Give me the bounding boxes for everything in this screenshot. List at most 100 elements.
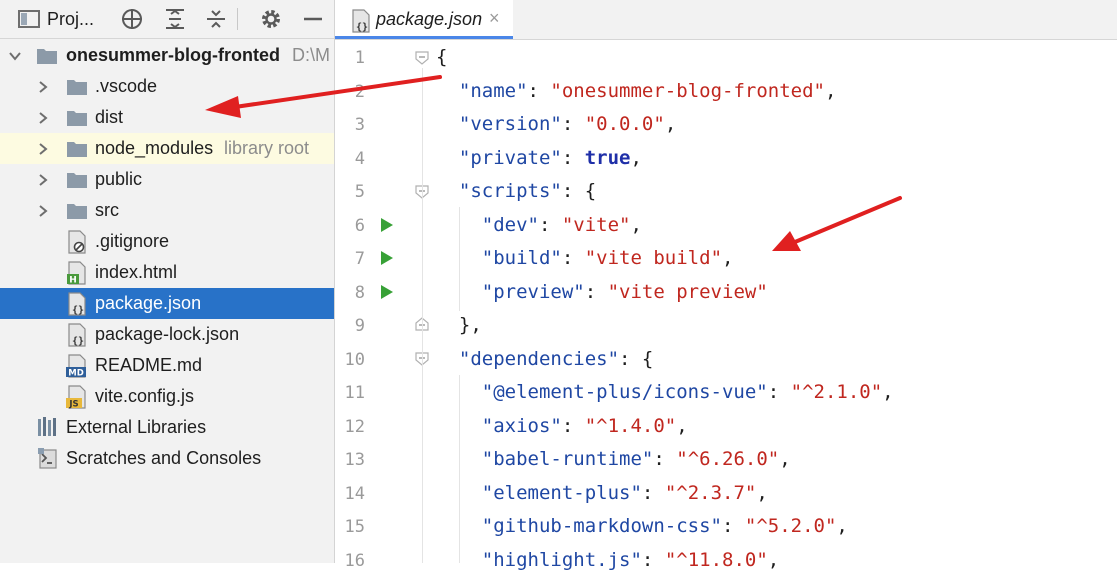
external-libraries-icon: [37, 416, 59, 438]
json-string: "vite preview": [607, 280, 768, 303]
markdown-file-icon: MD: [66, 354, 88, 379]
line-number: 10: [344, 350, 365, 370]
json-key: "version": [458, 113, 562, 135]
tree-item-public[interactable]: public: [0, 164, 334, 195]
tree-item-package-lock-json[interactable]: {} package-lock.json: [0, 319, 334, 350]
tree-item-label: External Libraries: [66, 417, 207, 437]
code-line: "dev": "vite",: [436, 214, 642, 236]
run-script-icon[interactable]: [381, 218, 393, 232]
tree-item-external-libraries[interactable]: External Libraries: [0, 412, 334, 443]
code-line: "private": true,: [436, 147, 642, 169]
json-punctuation: ,: [779, 448, 791, 470]
tree-item-src[interactable]: src: [0, 195, 334, 226]
json-punctuation: },: [436, 314, 482, 336]
code-line: "build": "vite build",: [436, 247, 734, 269]
json-punctuation: ,: [882, 381, 894, 403]
json-punctuation: :: [641, 548, 665, 571]
editor-gutter: 1 2 3 4 5 6 7 8 9 10 11 12 13 14 15 16: [335, 40, 435, 571]
json-punctuation: :: [527, 79, 551, 102]
gear-icon[interactable]: [259, 7, 283, 31]
folder-icon: [66, 169, 88, 191]
json-punctuation: [436, 247, 482, 269]
line-number: 11: [344, 383, 365, 403]
tree-item-scratches-and-consoles[interactable]: Scratches and Consoles: [0, 443, 334, 474]
json-key: "axios": [481, 414, 562, 437]
hide-panel-icon[interactable]: [302, 7, 324, 31]
tree-item-vite-config-js[interactable]: JS vite.config.js: [0, 381, 334, 412]
tree-item-readme-md[interactable]: MD README.md: [0, 350, 334, 381]
tree-item-dist[interactable]: dist: [0, 102, 334, 133]
tree-item-index-html[interactable]: H index.html: [0, 257, 334, 288]
json-punctuation: ,: [836, 515, 848, 537]
line-number: 6: [354, 216, 365, 236]
line-number: 9: [354, 316, 365, 336]
tree-item-root[interactable]: onesummer-blog-fronted D:\M: [0, 40, 334, 71]
editor-tab-bar: {} package.json ×: [335, 0, 1117, 40]
tree-item-label: README.md: [95, 355, 203, 375]
tree-item-label: vite.config.js: [95, 386, 195, 406]
chevron-right-icon[interactable]: [36, 142, 50, 156]
line-number: 15: [344, 517, 365, 537]
project-panel-title[interactable]: Proj...: [47, 9, 94, 30]
line-number: 7: [354, 249, 365, 269]
chevron-down-icon[interactable]: [8, 49, 22, 63]
tree-item-label: Scratches and Consoles: [66, 448, 262, 468]
tab-package-json[interactable]: {} package.json ×: [335, 0, 513, 39]
project-view-icon[interactable]: [18, 7, 40, 31]
json-punctuation: [436, 113, 459, 135]
json-punctuation: [436, 549, 482, 571]
folder-icon: [66, 138, 88, 160]
chevron-right-icon[interactable]: [36, 111, 50, 125]
json-string: "^5.2.0": [744, 515, 837, 537]
run-script-icon[interactable]: [381, 285, 393, 299]
close-tab-icon[interactable]: ×: [489, 8, 500, 29]
json-string: "^2.3.7": [664, 481, 757, 504]
line-number: 2: [354, 82, 365, 102]
json-punctuation: ,: [722, 247, 734, 269]
json-punctuation: :: [721, 515, 745, 537]
json-file-icon: {}: [66, 292, 88, 316]
chevron-right-icon[interactable]: [36, 204, 50, 218]
json-punctuation: ,: [664, 113, 677, 135]
tree-item-label: .gitignore: [95, 231, 170, 251]
code-line: "@element-plus/icons-vue": "^2.1.0",: [436, 381, 894, 403]
fold-icon[interactable]: [414, 50, 430, 66]
json-punctuation: ,: [767, 548, 780, 571]
json-string: "^1.4.0": [584, 414, 677, 437]
tree-item-path-hint: D:\M: [292, 45, 330, 65]
json-punctuation: [436, 147, 459, 169]
tree-item-package-json[interactable]: {} package.json: [0, 288, 334, 319]
project-toolbar: Proj...: [0, 0, 334, 39]
tree-item-gitignore[interactable]: .gitignore: [0, 226, 334, 257]
json-string: "^11.8.0": [664, 548, 768, 571]
json-punctuation: {: [436, 46, 448, 68]
gitignore-file-icon: [66, 230, 88, 254]
json-file-icon: {}: [66, 323, 88, 347]
chevron-right-icon[interactable]: [36, 80, 50, 94]
json-punctuation: [436, 80, 459, 102]
chevron-right-icon[interactable]: [36, 173, 50, 187]
json-punctuation: :: [561, 414, 585, 437]
tree-item-node-modules[interactable]: node_modules library root: [0, 133, 334, 164]
json-punctuation: ,: [824, 79, 837, 102]
collapse-all-icon[interactable]: [205, 7, 227, 31]
json-key: "scripts": [458, 180, 562, 202]
line-number: 5: [354, 182, 365, 202]
code-line: },: [436, 314, 482, 336]
folder-icon: [66, 76, 88, 98]
json-string: "vite": [561, 213, 631, 236]
expand-all-icon[interactable]: [164, 7, 186, 31]
json-icon-braces: {}: [356, 22, 368, 33]
json-punctuation: : {: [619, 347, 654, 370]
javascript-icon-letters: JS: [68, 400, 78, 410]
run-script-icon[interactable]: [381, 251, 393, 265]
json-punctuation: :: [641, 481, 665, 504]
json-punctuation: :: [653, 448, 677, 470]
code-editor[interactable]: { "name": "onesummer-blog-fronted", "ver…: [436, 40, 1116, 571]
json-string: "0.0.0": [584, 113, 665, 135]
tree-item-vscode[interactable]: .vscode: [0, 71, 334, 102]
json-punctuation: [436, 515, 482, 537]
select-opened-file-icon[interactable]: [120, 7, 144, 31]
scratches-icon: [37, 447, 59, 469]
json-key: "highlight.js": [481, 548, 642, 571]
